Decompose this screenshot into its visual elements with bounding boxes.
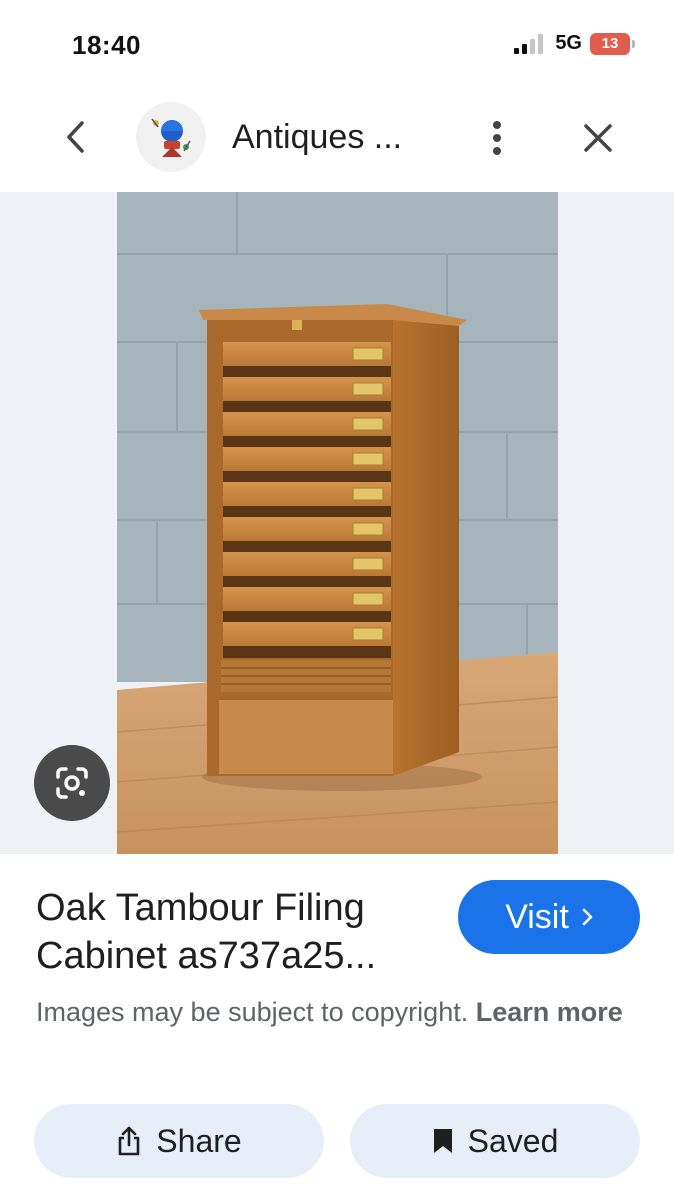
close-button[interactable] <box>574 114 622 162</box>
site-logo-icon <box>151 118 191 157</box>
saved-label: Saved <box>467 1122 559 1159</box>
top-bar: Antiques ... <box>0 94 674 184</box>
product-image[interactable] <box>117 192 558 854</box>
signal-icon <box>514 33 544 54</box>
copyright-text: Images may be subject to copyright. <box>36 997 476 1027</box>
more-vert-icon <box>493 121 501 155</box>
google-lens-icon <box>56 767 88 799</box>
site-favicon[interactable] <box>136 102 206 172</box>
visit-label: Visit <box>505 897 569 936</box>
saved-button[interactable]: Saved <box>350 1104 640 1178</box>
image-viewer <box>0 192 674 854</box>
share-icon <box>118 1126 140 1156</box>
battery-level: 13 <box>601 35 619 52</box>
status-time: 18:40 <box>72 30 141 60</box>
visit-button[interactable]: Visit <box>458 880 640 954</box>
network-type: 5G <box>555 32 582 54</box>
more-options-button[interactable] <box>478 114 516 162</box>
product-title[interactable]: Oak Tambour Filing Cabinet as737a25... <box>36 884 436 980</box>
share-button[interactable]: Share <box>34 1104 324 1178</box>
bookmark-icon <box>433 1129 452 1153</box>
chevron-left-icon <box>67 121 84 153</box>
back-button[interactable] <box>56 114 96 160</box>
share-label: Share <box>156 1122 242 1159</box>
site-title[interactable]: Antiques ... <box>232 118 402 157</box>
chevron-right-icon <box>582 908 593 926</box>
close-icon <box>584 124 612 152</box>
battery-icon: 13 <box>590 32 635 55</box>
status-bar: 18:40 5G 13 <box>0 0 674 90</box>
lens-search-button[interactable] <box>34 745 110 821</box>
learn-more-link[interactable]: Learn more <box>476 997 623 1027</box>
copyright-notice: Images may be subject to copyright. Lear… <box>36 992 646 1032</box>
status-indicators: 5G 13 <box>514 32 635 55</box>
